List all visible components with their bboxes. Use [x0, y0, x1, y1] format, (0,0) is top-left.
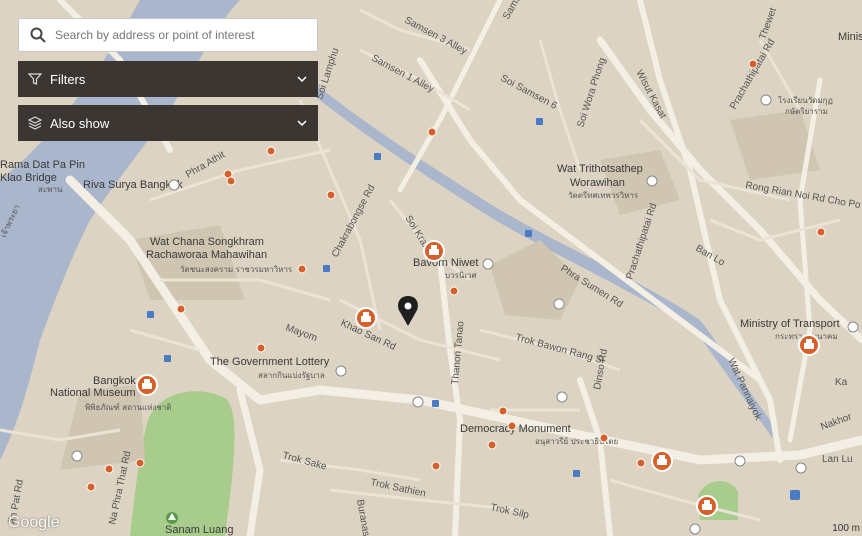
- google-logo: Google: [8, 514, 60, 531]
- poi-marker: [795, 462, 807, 474]
- svg-text:สะพาน: สะพาน: [38, 185, 63, 194]
- filters-dropdown[interactable]: Filters: [18, 61, 318, 97]
- svg-text:กษัตริยาราม: กษัตริยาราม: [785, 107, 828, 116]
- bus-icon: [790, 490, 800, 500]
- chevron-down-icon: [297, 120, 307, 127]
- svg-text:Lan Lu: Lan Lu: [822, 454, 853, 465]
- svg-text:Riva Surya Bangkok: Riva Surya Bangkok: [83, 179, 183, 191]
- poi-dot: [176, 304, 186, 314]
- bus-icon: [525, 230, 532, 237]
- svg-text:Wat Chana Songkhram: Wat Chana Songkhram: [150, 236, 264, 248]
- bus-icon: [573, 470, 580, 477]
- poi-dot: [816, 227, 826, 237]
- svg-text:Rama Dat Pa Pin: Rama Dat Pa Pin: [0, 159, 85, 171]
- svg-text:โรงเรียนวัดมกุฏ: โรงเรียนวัดมกุฏ: [778, 95, 833, 105]
- poi-dot: [326, 190, 336, 200]
- poi-dot: [748, 59, 758, 69]
- bus-icon: [536, 118, 543, 125]
- svg-text:บวรนิเวศ: บวรนิเวศ: [445, 271, 477, 280]
- poi-dot: [507, 421, 517, 431]
- poi-dot: [431, 461, 441, 471]
- svg-text:วัดตรีทศเทพวรวิหาร: วัดตรีทศเทพวรวิหาร: [568, 191, 639, 200]
- poi-dot: [449, 286, 459, 296]
- bus-icon: [374, 153, 381, 160]
- poi-marker: [556, 391, 568, 403]
- poi-dot: [427, 127, 437, 137]
- poi-marker: [689, 523, 701, 535]
- also-show-label: Also show: [50, 115, 110, 131]
- search-icon: [30, 27, 46, 43]
- svg-text:The Government Lottery: The Government Lottery: [210, 356, 330, 368]
- also-show-dropdown[interactable]: Also show: [18, 105, 318, 141]
- bus-icon: [323, 265, 330, 272]
- svg-text:Ministry of Transport: Ministry of Transport: [740, 318, 840, 330]
- poi-marker: [482, 258, 494, 270]
- search-input[interactable]: [53, 27, 307, 43]
- poi-dot: [636, 458, 646, 468]
- poi-marker: [71, 450, 83, 462]
- poi-marker: [847, 321, 859, 333]
- bus-icon: [432, 400, 439, 407]
- svg-text:Ka: Ka: [835, 377, 848, 388]
- filter-icon: [28, 73, 42, 85]
- filters-label: Filters: [50, 71, 86, 87]
- poi-marker: [168, 179, 180, 191]
- poi-marker: [734, 455, 746, 467]
- chevron-down-icon: [297, 76, 307, 83]
- svg-text:Worawihan: Worawihan: [570, 177, 625, 189]
- poi-marker: [646, 175, 658, 187]
- poi-marker: [412, 396, 424, 408]
- poi-dot: [297, 264, 307, 274]
- svg-text:พิพิธภัณฑ์ สถานแห่งชาติ: พิพิธภัณฑ์ สถานแห่งชาติ: [85, 402, 171, 412]
- poi-marker: [335, 365, 347, 377]
- svg-text:Wat Trithotsathep: Wat Trithotsathep: [557, 163, 643, 175]
- svg-text:Bangkok: Bangkok: [93, 375, 136, 387]
- poi-dot: [266, 146, 276, 156]
- poi-dot: [135, 458, 145, 468]
- scale-bar: 100 m: [832, 523, 860, 534]
- svg-text:Minis: Minis: [838, 31, 862, 43]
- poi-dot: [599, 433, 609, 443]
- svg-text:สลากกินแบ่งรัฐบาล: สลากกินแบ่งรัฐบาล: [258, 371, 325, 380]
- bus-icon: [164, 355, 171, 362]
- poi-dot: [104, 464, 114, 474]
- poi-marker: [760, 94, 772, 106]
- poi-dot: [226, 176, 236, 186]
- tree-icon: [166, 512, 178, 524]
- svg-text:Klao Bridge: Klao Bridge: [0, 172, 57, 184]
- poi-dot: [498, 406, 508, 416]
- poi-dot: [487, 440, 497, 450]
- svg-text:Bavorn Niwet: Bavorn Niwet: [413, 257, 478, 269]
- svg-text:National Museum: National Museum: [50, 387, 136, 399]
- layers-icon: [28, 116, 42, 130]
- bus-icon: [147, 311, 154, 318]
- svg-text:วัดชนะสงคราม ราชวรมหาวิหาร: วัดชนะสงคราม ราชวรมหาวิหาร: [180, 265, 293, 274]
- poi-marker: [553, 298, 565, 310]
- svg-text:Rachaworaa Mahawihan: Rachaworaa Mahawihan: [146, 249, 267, 261]
- poi-dot: [86, 482, 96, 492]
- search-box[interactable]: [18, 18, 318, 52]
- poi-dot: [256, 343, 266, 353]
- svg-text:Sanam Luang: Sanam Luang: [165, 524, 234, 536]
